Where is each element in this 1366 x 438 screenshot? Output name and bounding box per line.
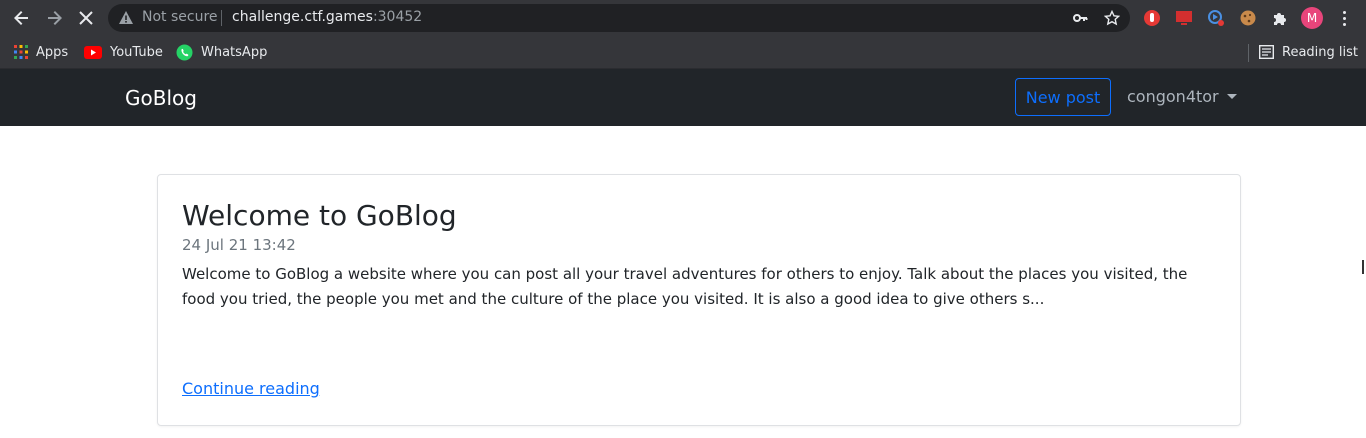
forward-button[interactable]: [42, 6, 66, 30]
adblock-extension-icon[interactable]: [1142, 8, 1162, 28]
more-menu-icon[interactable]: [1336, 8, 1352, 28]
user-menu-dropdown[interactable]: congon4tor: [1127, 87, 1237, 106]
caret-down-icon: [1226, 94, 1237, 99]
post-title: Welcome to GoBlog: [182, 199, 457, 232]
close-icon: [79, 11, 93, 25]
bookmark-label: Apps: [36, 44, 69, 60]
profile-avatar[interactable]: M: [1301, 7, 1323, 29]
whatsapp-icon: [176, 44, 193, 60]
reading-list-label: Reading list: [1282, 44, 1358, 60]
url-host: challenge.ctf.games: [232, 9, 373, 25]
bookmarks-bar: Apps YouTube WhatsApp Reading list: [0, 36, 1366, 69]
apps-grid-icon: [14, 45, 28, 59]
bookmark-whatsapp[interactable]: WhatsApp: [176, 42, 267, 62]
key-icon[interactable]: [1070, 8, 1090, 28]
back-button[interactable]: [10, 6, 34, 30]
star-icon[interactable]: [1102, 8, 1122, 28]
arrow-left-icon: [14, 11, 28, 25]
divider: [1248, 44, 1249, 62]
security-status[interactable]: Not secure: [142, 9, 218, 25]
divider: [221, 10, 222, 26]
bookmark-youtube[interactable]: YouTube: [84, 42, 163, 62]
post-excerpt: Welcome to GoBlog a website where you ca…: [182, 265, 1188, 308]
url-port: :30452: [372, 9, 423, 25]
screen-extension-icon[interactable]: [1174, 8, 1194, 28]
url-text[interactable]: challenge.ctf.games:30452: [232, 9, 422, 25]
continue-reading-link[interactable]: Continue reading: [182, 379, 320, 398]
post-date: 24 Jul 21 13:42: [182, 236, 296, 254]
media-extension-icon[interactable]: [1206, 8, 1226, 28]
arrow-right-icon: [48, 11, 62, 25]
address-bar[interactable]: Not secure challenge.ctf.games:30452: [108, 4, 1130, 32]
reading-list-icon: [1259, 45, 1274, 59]
username: congon4tor: [1127, 87, 1219, 106]
mouse-cursor: [1362, 260, 1364, 274]
site-brand[interactable]: GoBlog: [125, 86, 197, 110]
bookmark-label: WhatsApp: [201, 44, 268, 60]
cookie-extension-icon[interactable]: [1238, 8, 1258, 28]
bookmark-label: YouTube: [110, 44, 163, 60]
post-card: Welcome to GoBlog 24 Jul 21 13:42 Welcom…: [157, 174, 1241, 426]
youtube-icon: [84, 45, 102, 59]
puzzle-extensions-icon[interactable]: [1270, 8, 1290, 28]
browser-toolbar: Not secure challenge.ctf.games:30452 M: [0, 0, 1366, 36]
new-post-button[interactable]: New post: [1015, 78, 1111, 116]
site-navbar: GoBlog New post congon4tor: [0, 69, 1366, 126]
stop-loading-button[interactable]: [74, 6, 98, 30]
reading-list-button[interactable]: Reading list: [1259, 42, 1358, 62]
bookmark-apps[interactable]: Apps: [14, 42, 68, 62]
warning-icon: [119, 11, 133, 24]
